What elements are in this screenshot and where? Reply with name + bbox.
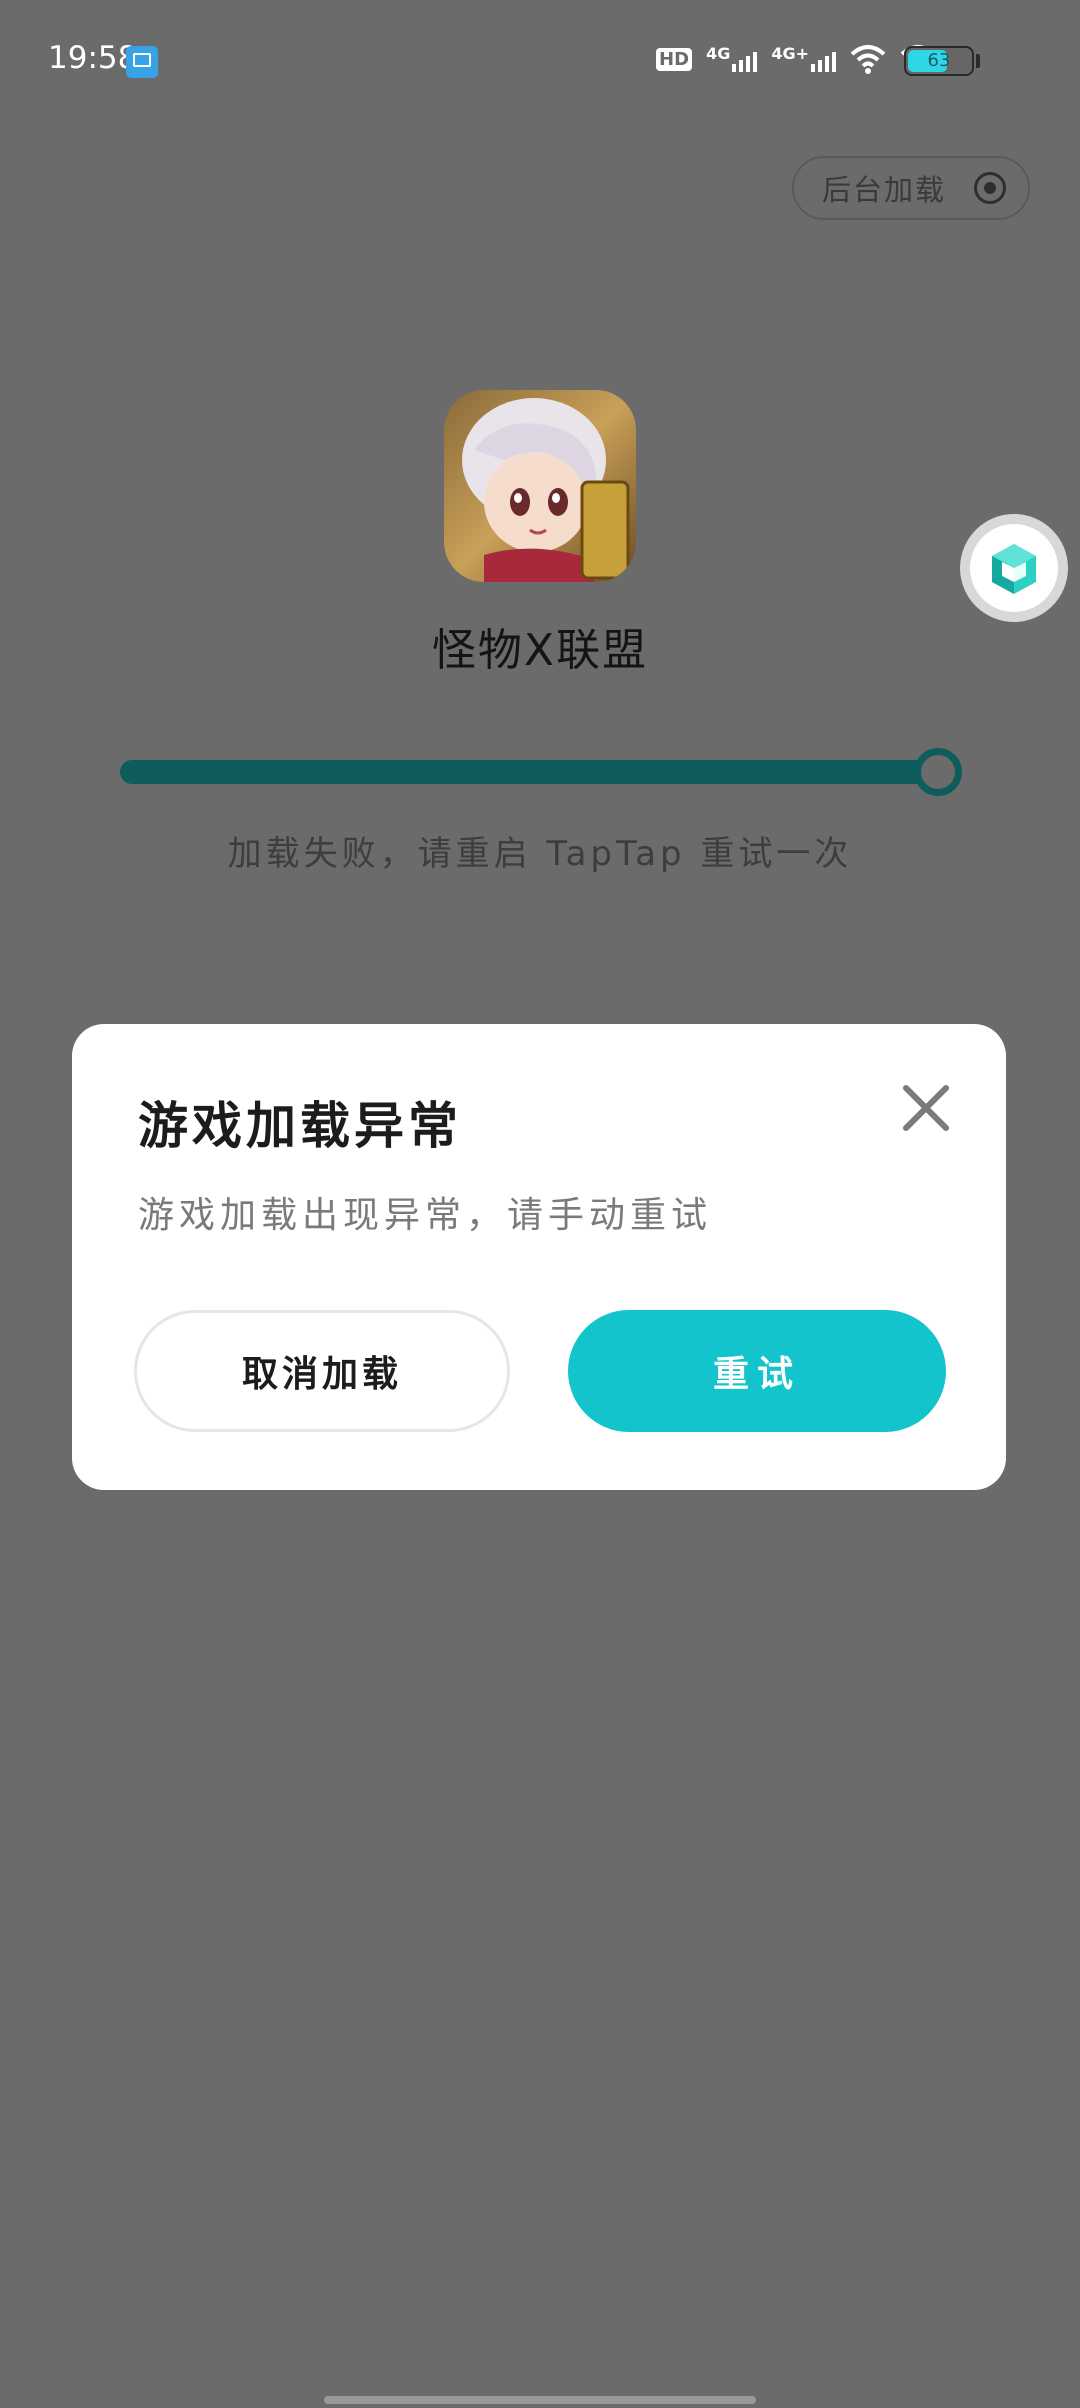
game-title: 怪物X联盟 [431, 625, 649, 676]
load-error-message: 加载失败，请重启 TapTap 重试一次 [227, 834, 853, 874]
sim2-signal-icon: 4G+ [771, 46, 836, 72]
status-time: 19:58 [48, 40, 138, 76]
status-indicators: HD 4G 4G+ [656, 44, 936, 74]
dialog-title: 游戏加载异常 [138, 1097, 462, 1155]
game-icon [444, 390, 636, 582]
close-icon[interactable] [898, 1080, 954, 1136]
background-load-button[interactable]: 后台加载 [792, 156, 1030, 220]
battery-level: 63 [927, 50, 951, 71]
retry-button[interactable]: 重试 [568, 1310, 946, 1432]
hd-badge: HD [656, 47, 693, 71]
cancel-load-button[interactable]: 取消加载 [134, 1310, 510, 1432]
progress-bar [120, 760, 940, 784]
wifi-icon [850, 45, 886, 74]
battery-tip [976, 54, 980, 68]
floating-assistant-button[interactable] [960, 514, 1068, 622]
sim1-signal-icon: 4G [706, 46, 758, 72]
battery-icon: 63 [904, 46, 974, 76]
background-load-label: 后台加载 [822, 173, 947, 207]
radio-target-icon [974, 172, 1006, 204]
progress-knob [914, 748, 962, 796]
dialog-message: 游戏加载出现异常，请手动重试 [138, 1195, 713, 1236]
home-indicator[interactable] [324, 2396, 756, 2404]
status-bar: 19:58 HD 4G 4G+ 63 [0, 0, 1080, 120]
cube-icon [992, 544, 1036, 594]
error-dialog: 游戏加载异常 游戏加载出现异常，请手动重试 取消加载 重试 [72, 1024, 1006, 1490]
app-notification-icon [126, 46, 158, 78]
